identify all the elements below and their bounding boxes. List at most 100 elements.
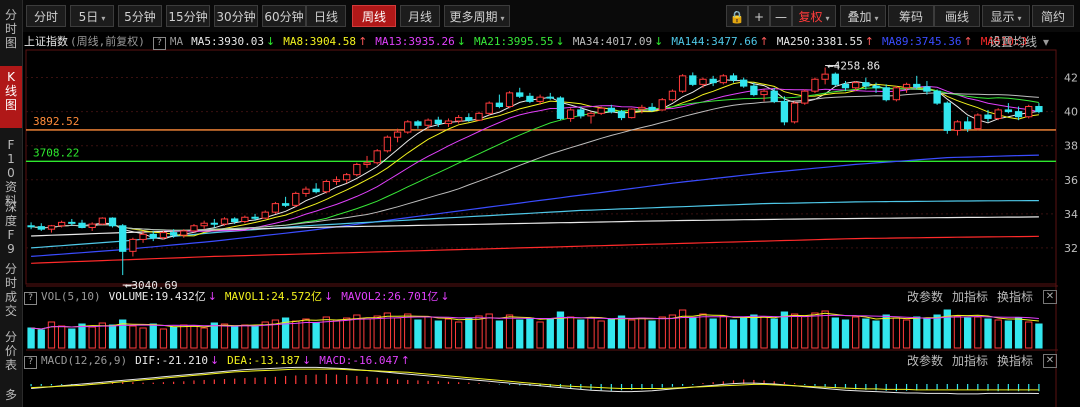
- toolbar-button-0[interactable]: 复权 ▾: [792, 5, 836, 27]
- toolbar-button-2[interactable]: 筹码: [888, 5, 934, 27]
- tab-1[interactable]: 5日 ▾: [70, 5, 114, 27]
- candle-body: [1004, 109, 1013, 113]
- volume-bar: [648, 320, 656, 349]
- tab-label: 5日: [78, 10, 99, 24]
- indicator-action-0[interactable]: 改参数: [907, 353, 943, 369]
- volume-bar: [729, 319, 738, 349]
- macd-close-icon[interactable]: ✕: [1043, 354, 1057, 368]
- volume-bar: [231, 326, 239, 349]
- tab-7[interactable]: 周线: [352, 5, 396, 27]
- candle-body: [251, 216, 259, 219]
- candle: [271, 201, 280, 214]
- indicator-value: DEA:-13.187 ↓: [227, 354, 311, 367]
- candle-body: [88, 223, 96, 228]
- tab-label: 月线: [407, 10, 432, 24]
- volume-bar: [780, 311, 789, 349]
- sidebar-item-3[interactable]: 深度F9: [0, 196, 22, 256]
- candle: [180, 229, 188, 238]
- trend-arrow-icon: ↓: [324, 290, 334, 303]
- candle: [566, 108, 575, 122]
- volume-bar: [68, 328, 76, 349]
- candle-body: [689, 75, 697, 85]
- indicator-action-2[interactable]: 换指标: [997, 289, 1033, 305]
- index-name: 上证指数: [24, 35, 68, 48]
- indicator-text: MACD:-16.047: [319, 354, 399, 367]
- indicator-text: MA144:3477.66: [671, 35, 758, 48]
- zoom-in-icon[interactable]: +: [748, 5, 770, 27]
- volume-bar: [169, 326, 178, 349]
- candle-body: [57, 221, 66, 227]
- indicator-action-1[interactable]: 加指标: [952, 289, 988, 305]
- lock-icon[interactable]: 🔒: [726, 5, 748, 27]
- trend-arrow-icon: ↓: [265, 35, 276, 48]
- candle: [414, 120, 422, 129]
- indicator-text: MA250:3381.55: [776, 35, 863, 48]
- sidebar-item-5[interactable]: 分价表: [0, 326, 22, 378]
- candle-body: [495, 102, 504, 108]
- trend-arrow-icon: ↓: [654, 35, 664, 48]
- sidebar-item-6[interactable]: 多: [0, 384, 22, 407]
- candle: [617, 109, 626, 121]
- toolbar-button-4[interactable]: 显示 ▾: [982, 5, 1030, 27]
- ma-settings-dropdown-icon[interactable]: ▾: [1043, 34, 1049, 50]
- tab-5[interactable]: 60分钟: [262, 5, 306, 27]
- candle: [108, 217, 117, 228]
- volume-bar: [577, 319, 585, 349]
- candle: [974, 113, 982, 131]
- tab-8[interactable]: 月线: [400, 5, 440, 27]
- toolbar-button-label: 显示: [990, 10, 1015, 24]
- help-icon[interactable]: ?: [152, 37, 166, 50]
- volume-help-icon[interactable]: ?: [24, 292, 37, 305]
- volume-bar: [984, 318, 992, 349]
- chevron-down-icon: ▾: [825, 14, 830, 23]
- trend-arrow-icon: ↑: [963, 35, 973, 48]
- volume-bar: [27, 327, 35, 349]
- tab-3[interactable]: 15分钟: [166, 5, 210, 27]
- candle: [68, 218, 76, 226]
- ma-settings-link[interactable]: 设置均线: [989, 34, 1037, 50]
- candle-body: [709, 78, 717, 84]
- tab-4[interactable]: 30分钟: [214, 5, 258, 27]
- indicator-action-1[interactable]: 加指标: [952, 353, 988, 369]
- volume-bar: [404, 313, 412, 349]
- candle-body: [597, 107, 605, 114]
- candle: [98, 217, 107, 225]
- toolbar-button-1[interactable]: 叠加 ▾: [840, 5, 886, 27]
- indicator-text: MA89:3745.36: [882, 35, 962, 48]
- candle-body: [119, 225, 127, 252]
- sidebar-item-1[interactable]: K线图: [0, 66, 22, 128]
- volume-bar: [88, 326, 96, 349]
- tab-0[interactable]: 分时: [26, 5, 66, 27]
- indicator-action-0[interactable]: 改参数: [907, 289, 943, 305]
- candle-body: [424, 119, 432, 126]
- zoom-out-icon[interactable]: —: [770, 5, 792, 27]
- indicator-value: MA144:3477.66 ↑: [671, 35, 768, 48]
- volume-bar: [343, 317, 351, 349]
- volume-bar: [1035, 323, 1043, 349]
- volume-bar: [444, 318, 453, 349]
- toolbar-button-5[interactable]: 简约: [1032, 5, 1074, 27]
- volume-label: VOL(5,10): [41, 290, 101, 303]
- candle-body: [200, 222, 208, 227]
- indicator-action-2[interactable]: 换指标: [997, 353, 1033, 369]
- volume-bar: [251, 325, 259, 349]
- y-tick-label: 32: [1064, 242, 1078, 255]
- sidebar-item-2[interactable]: F10资料: [0, 134, 22, 208]
- volume-bar: [770, 318, 778, 349]
- tab-9[interactable]: 更多周期 ▾: [444, 5, 510, 27]
- candle-body: [638, 106, 646, 110]
- kline-chart[interactable]: 4240383634323892.523708.22←4258.86←3040.…: [0, 0, 1080, 407]
- macd-label: MACD(12,26,9): [41, 354, 128, 367]
- volume-bar: [963, 317, 972, 349]
- tab-6[interactable]: 日线: [306, 5, 346, 27]
- volume-close-icon[interactable]: ✕: [1043, 290, 1057, 304]
- toolbar-button-label: 简约: [1040, 10, 1065, 24]
- volume-bar: [587, 317, 595, 349]
- tab-2[interactable]: 5分钟: [118, 5, 162, 27]
- toolbar-button-3[interactable]: 画线: [934, 5, 980, 27]
- candle-body: [740, 79, 748, 87]
- trend-arrow-icon: ↓: [440, 290, 450, 303]
- macd-help-icon[interactable]: ?: [24, 356, 37, 369]
- sidebar-item-4[interactable]: 分时成交: [0, 258, 22, 322]
- sidebar-item-0[interactable]: 分时图: [0, 4, 22, 62]
